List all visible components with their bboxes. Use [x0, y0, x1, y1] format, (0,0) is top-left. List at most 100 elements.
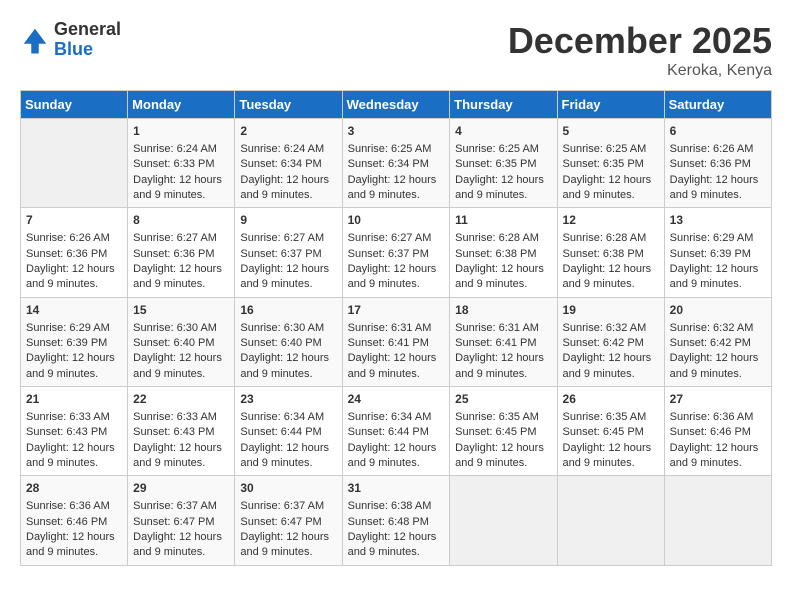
- calendar-cell-w4-d5: 25 Sunrise: 6:35 AM Sunset: 6:45 PM Dayl…: [450, 387, 557, 476]
- sunset-text: Sunset: 6:47 PM: [240, 516, 321, 528]
- sunset-text: Sunset: 6:38 PM: [455, 248, 536, 260]
- header-saturday: Saturday: [664, 91, 771, 119]
- day-number: 9: [240, 212, 336, 229]
- location-title: Keroka, Kenya: [508, 62, 772, 80]
- day-number: 18: [455, 302, 551, 319]
- daylight-text: Daylight: 12 hours and 9 minutes.: [563, 352, 652, 379]
- sunrise-text: Sunrise: 6:26 AM: [26, 232, 110, 244]
- calendar-cell-w2-d3: 9 Sunrise: 6:27 AM Sunset: 6:37 PM Dayli…: [235, 208, 342, 297]
- header-friday: Friday: [557, 91, 664, 119]
- calendar-cell-w3-d4: 17 Sunrise: 6:31 AM Sunset: 6:41 PM Dayl…: [342, 297, 450, 386]
- day-number: 20: [670, 302, 766, 319]
- day-number: 26: [563, 391, 659, 408]
- day-number: 12: [563, 212, 659, 229]
- daylight-text: Daylight: 12 hours and 9 minutes.: [348, 263, 437, 290]
- calendar-cell-w3-d6: 19 Sunrise: 6:32 AM Sunset: 6:42 PM Dayl…: [557, 297, 664, 386]
- calendar-week-1: 1 Sunrise: 6:24 AM Sunset: 6:33 PM Dayli…: [21, 119, 772, 208]
- day-number: 11: [455, 212, 551, 229]
- header-monday: Monday: [128, 91, 235, 119]
- daylight-text: Daylight: 12 hours and 9 minutes.: [455, 263, 544, 290]
- day-number: 3: [348, 123, 445, 140]
- calendar-week-4: 21 Sunrise: 6:33 AM Sunset: 6:43 PM Dayl…: [21, 387, 772, 476]
- daylight-text: Daylight: 12 hours and 9 minutes.: [670, 174, 759, 201]
- sunset-text: Sunset: 6:34 PM: [240, 158, 321, 170]
- day-number: 31: [348, 480, 445, 497]
- daylight-text: Daylight: 12 hours and 9 minutes.: [240, 263, 329, 290]
- sunrise-text: Sunrise: 6:32 AM: [670, 322, 754, 334]
- calendar-cell-w2-d1: 7 Sunrise: 6:26 AM Sunset: 6:36 PM Dayli…: [21, 208, 128, 297]
- sunset-text: Sunset: 6:46 PM: [670, 426, 751, 438]
- logo-blue: Blue: [54, 40, 121, 60]
- logo: General Blue: [20, 20, 121, 60]
- day-number: 23: [240, 391, 336, 408]
- header-tuesday: Tuesday: [235, 91, 342, 119]
- calendar-cell-w3-d5: 18 Sunrise: 6:31 AM Sunset: 6:41 PM Dayl…: [450, 297, 557, 386]
- calendar-cell-w3-d3: 16 Sunrise: 6:30 AM Sunset: 6:40 PM Dayl…: [235, 297, 342, 386]
- day-number: 1: [133, 123, 229, 140]
- sunset-text: Sunset: 6:44 PM: [348, 426, 429, 438]
- sunset-text: Sunset: 6:35 PM: [563, 158, 644, 170]
- calendar-cell-w2-d6: 12 Sunrise: 6:28 AM Sunset: 6:38 PM Dayl…: [557, 208, 664, 297]
- sunset-text: Sunset: 6:38 PM: [563, 248, 644, 260]
- calendar-cell-w5-d1: 28 Sunrise: 6:36 AM Sunset: 6:46 PM Dayl…: [21, 476, 128, 565]
- day-number: 25: [455, 391, 551, 408]
- daylight-text: Daylight: 12 hours and 9 minutes.: [240, 352, 329, 379]
- sunset-text: Sunset: 6:37 PM: [348, 248, 429, 260]
- calendar-cell-w2-d4: 10 Sunrise: 6:27 AM Sunset: 6:37 PM Dayl…: [342, 208, 450, 297]
- sunrise-text: Sunrise: 6:24 AM: [133, 143, 217, 155]
- header-thursday: Thursday: [450, 91, 557, 119]
- daylight-text: Daylight: 12 hours and 9 minutes.: [133, 174, 222, 201]
- sunset-text: Sunset: 6:43 PM: [26, 426, 107, 438]
- daylight-text: Daylight: 12 hours and 9 minutes.: [240, 531, 329, 558]
- sunset-text: Sunset: 6:41 PM: [455, 337, 536, 349]
- calendar-cell-w5-d6: [557, 476, 664, 565]
- calendar-cell-w3-d1: 14 Sunrise: 6:29 AM Sunset: 6:39 PM Dayl…: [21, 297, 128, 386]
- day-number: 21: [26, 391, 122, 408]
- daylight-text: Daylight: 12 hours and 9 minutes.: [563, 442, 652, 469]
- sunrise-text: Sunrise: 6:33 AM: [133, 411, 217, 423]
- logo-general: General: [54, 20, 121, 40]
- daylight-text: Daylight: 12 hours and 9 minutes.: [563, 263, 652, 290]
- calendar-cell-w1-d1: [21, 119, 128, 208]
- sunset-text: Sunset: 6:42 PM: [563, 337, 644, 349]
- calendar-cell-w4-d1: 21 Sunrise: 6:33 AM Sunset: 6:43 PM Dayl…: [21, 387, 128, 476]
- header-sunday: Sunday: [21, 91, 128, 119]
- sunrise-text: Sunrise: 6:35 AM: [563, 411, 647, 423]
- calendar-cell-w2-d2: 8 Sunrise: 6:27 AM Sunset: 6:36 PM Dayli…: [128, 208, 235, 297]
- calendar-cell-w4-d2: 22 Sunrise: 6:33 AM Sunset: 6:43 PM Dayl…: [128, 387, 235, 476]
- header-wednesday: Wednesday: [342, 91, 450, 119]
- daylight-text: Daylight: 12 hours and 9 minutes.: [26, 352, 115, 379]
- sunset-text: Sunset: 6:39 PM: [670, 248, 751, 260]
- sunset-text: Sunset: 6:36 PM: [26, 248, 107, 260]
- calendar-header-row: Sunday Monday Tuesday Wednesday Thursday…: [21, 91, 772, 119]
- calendar-cell-w1-d4: 3 Sunrise: 6:25 AM Sunset: 6:34 PM Dayli…: [342, 119, 450, 208]
- daylight-text: Daylight: 12 hours and 9 minutes.: [133, 442, 222, 469]
- calendar-week-5: 28 Sunrise: 6:36 AM Sunset: 6:46 PM Dayl…: [21, 476, 772, 565]
- day-number: 17: [348, 302, 445, 319]
- day-number: 10: [348, 212, 445, 229]
- calendar-cell-w4-d6: 26 Sunrise: 6:35 AM Sunset: 6:45 PM Dayl…: [557, 387, 664, 476]
- daylight-text: Daylight: 12 hours and 9 minutes.: [240, 442, 329, 469]
- sunset-text: Sunset: 6:35 PM: [455, 158, 536, 170]
- sunset-text: Sunset: 6:40 PM: [133, 337, 214, 349]
- daylight-text: Daylight: 12 hours and 9 minutes.: [133, 352, 222, 379]
- calendar-cell-w3-d7: 20 Sunrise: 6:32 AM Sunset: 6:42 PM Dayl…: [664, 297, 771, 386]
- calendar-cell-w4-d3: 23 Sunrise: 6:34 AM Sunset: 6:44 PM Dayl…: [235, 387, 342, 476]
- day-number: 27: [670, 391, 766, 408]
- sunrise-text: Sunrise: 6:38 AM: [348, 500, 432, 512]
- sunrise-text: Sunrise: 6:34 AM: [348, 411, 432, 423]
- sunrise-text: Sunrise: 6:34 AM: [240, 411, 324, 423]
- calendar-cell-w1-d7: 6 Sunrise: 6:26 AM Sunset: 6:36 PM Dayli…: [664, 119, 771, 208]
- calendar-cell-w1-d3: 2 Sunrise: 6:24 AM Sunset: 6:34 PM Dayli…: [235, 119, 342, 208]
- sunset-text: Sunset: 6:42 PM: [670, 337, 751, 349]
- title-area: December 2025 Keroka, Kenya: [508, 20, 772, 80]
- sunrise-text: Sunrise: 6:24 AM: [240, 143, 324, 155]
- daylight-text: Daylight: 12 hours and 9 minutes.: [133, 531, 222, 558]
- sunrise-text: Sunrise: 6:36 AM: [26, 500, 110, 512]
- sunrise-text: Sunrise: 6:35 AM: [455, 411, 539, 423]
- daylight-text: Daylight: 12 hours and 9 minutes.: [455, 352, 544, 379]
- sunset-text: Sunset: 6:33 PM: [133, 158, 214, 170]
- daylight-text: Daylight: 12 hours and 9 minutes.: [348, 174, 437, 201]
- sunrise-text: Sunrise: 6:29 AM: [26, 322, 110, 334]
- calendar-cell-w5-d4: 31 Sunrise: 6:38 AM Sunset: 6:48 PM Dayl…: [342, 476, 450, 565]
